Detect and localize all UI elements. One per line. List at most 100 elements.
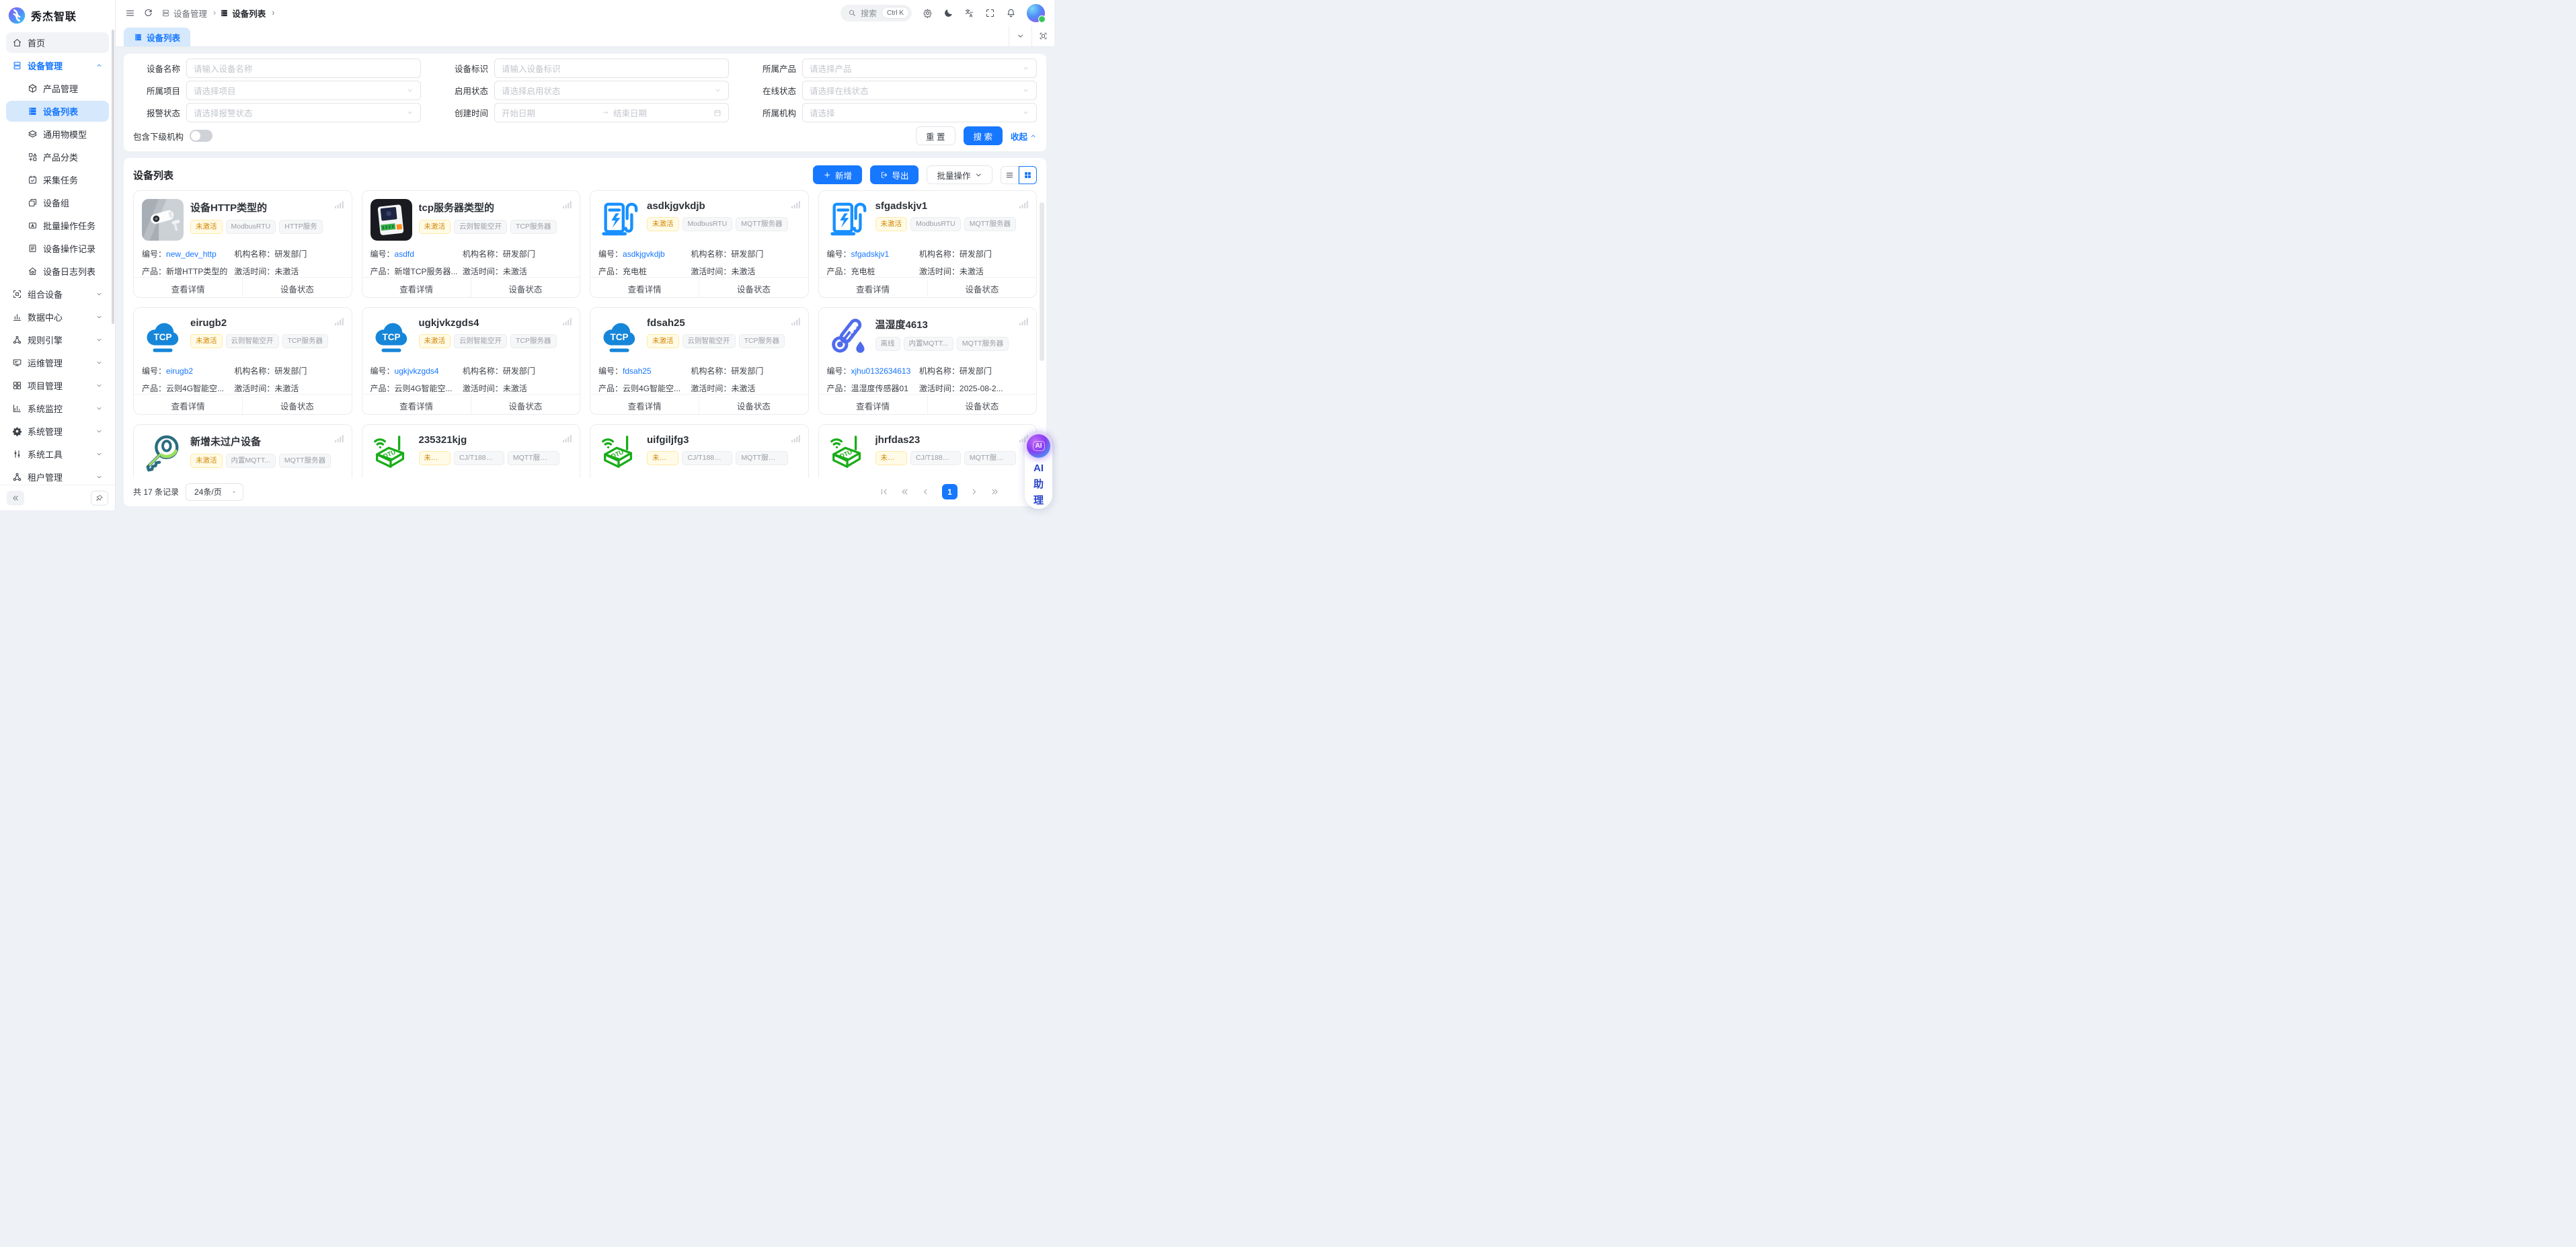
sidebar-item[interactable]: 设备操作记录 [6,238,109,259]
filter-field-control[interactable]: 请选择产品 [802,58,1037,78]
refresh-icon[interactable] [143,8,153,18]
device-status-button[interactable]: 设备状态 [471,278,580,298]
device-status-button[interactable]: 设备状态 [927,278,1036,298]
ai-line: 助 [1033,477,1044,493]
add-device-button[interactable]: 新增 [813,165,862,184]
status-badge: 未激活 [647,451,678,465]
device-status-button[interactable]: 设备状态 [927,395,1036,415]
breadcrumb-item[interactable]: 设备列表 › [220,7,274,19]
view-detail-button[interactable]: 查看详情 [819,278,927,298]
pin-icon[interactable] [91,491,108,506]
sidebar-item[interactable]: 设备列表 [6,101,109,122]
filter-field-control[interactable]: 请选择报警状态 [186,103,421,122]
server-type-tag: MQTT服务器 [279,454,331,468]
grid-scrollbar-thumb[interactable] [1040,202,1044,361]
view-detail-button[interactable]: 查看详情 [362,278,471,298]
sidebar-item[interactable]: 设备组 [6,192,109,213]
view-detail-button[interactable]: 查看详情 [362,395,471,415]
tab-chevron-down-icon[interactable] [1009,26,1031,46]
grid-view-button[interactable] [1019,166,1037,184]
sidebar-item[interactable]: 首页 [6,32,109,53]
device-activation-label: 激活时间： [463,384,503,393]
avatar[interactable] [1027,4,1045,22]
device-status-button[interactable]: 设备状态 [699,395,808,415]
view-detail-button[interactable]: 查看详情 [134,395,242,415]
view-detail-button[interactable]: 查看详情 [590,395,699,415]
language-icon[interactable]: 文A [964,8,974,18]
filter-field-control[interactable]: 请选择启用状态 [494,81,729,100]
dark-mode-icon[interactable] [943,8,953,18]
device-code-link[interactable]: fdsah25 [623,366,652,376]
sidebar-item[interactable]: 系统工具 [6,444,109,465]
search-button[interactable]: 搜 索 [964,126,1003,145]
sidebar-item[interactable]: 规则引擎 [6,329,109,350]
date-range-control[interactable]: 开始日期 结束日期 [494,103,729,122]
sidebar-item[interactable]: 运维管理 [6,352,109,373]
reset-button[interactable]: 重 置 [916,126,955,145]
view-detail-button[interactable]: 查看详情 [134,278,242,298]
filter-field-control[interactable]: 请输入设备标识 [494,58,729,78]
ai-assistant-button[interactable]: AI AI 助 理 [1025,432,1052,509]
sidebar-item[interactable]: 产品分类 [6,147,109,167]
device-status-button[interactable]: 设备状态 [242,395,351,415]
page-size-select[interactable]: 24条/页 [186,483,243,501]
page-number[interactable]: 1 [942,484,958,499]
device-org-value: 研发部门 [731,249,763,259]
next-page-button[interactable] [970,487,978,496]
server-type-tag: MQTT服务器 [508,451,559,465]
device-status-button[interactable]: 设备状态 [471,395,580,415]
list-view-button[interactable] [1001,166,1019,184]
sidebar-item[interactable]: 采集任务 [6,169,109,190]
sidebar-collapse-button[interactable] [7,491,24,506]
sidebar-item[interactable]: 通用物模型 [6,124,109,145]
sidebar-item[interactable]: 组合设备 [6,284,109,305]
filter-field-control[interactable]: 请选择 [802,103,1037,122]
filter-field-control[interactable]: 请选择项目 [186,81,421,100]
view-detail-button[interactable]: 查看详情 [819,395,927,415]
next-group-button[interactable] [990,487,999,496]
device-title: 温湿度4613 [875,317,1017,331]
sidebar-item[interactable]: 租户管理 [6,467,109,485]
device-code-link[interactable]: asdfd [395,249,414,259]
device-org-value: 研发部门 [503,366,535,376]
bell-icon[interactable] [1006,8,1016,18]
sidebar-item[interactable]: 项目管理 [6,375,109,396]
sidebar-item[interactable]: 数据中心 [6,307,109,327]
sidebar-item[interactable]: 产品管理 [6,78,109,99]
breadcrumb-item[interactable]: 设备管理 › [161,7,216,19]
device-code-link[interactable]: asdkjgvkdjb [623,249,665,259]
global-search-input[interactable]: 搜索 Ctrl K [841,5,912,22]
device-code-link[interactable]: ugkjvkzgds4 [395,366,439,376]
sidebar-item[interactable]: 设备日志列表 [6,261,109,282]
sidebar-item-icon [28,106,38,116]
device-code-link[interactable]: xjhu0132634613 [851,366,911,376]
tab-device-list[interactable]: 设备列表 [124,28,190,46]
collapse-panel-link[interactable]: 收起 [1011,130,1037,143]
device-code-link[interactable]: eirugb2 [166,366,193,376]
hamburger-icon[interactable] [125,8,135,18]
export-button[interactable]: 导出 [870,165,919,184]
prev-group-button[interactable] [900,487,909,496]
first-page-button[interactable] [880,487,888,496]
sidebar-scrollbar-thumb[interactable] [112,30,114,324]
device-code-link[interactable]: new_dev_http [166,249,217,259]
prev-page-button[interactable] [921,487,930,496]
device-code-link[interactable]: sfgadskjv1 [851,249,890,259]
filter-field-control[interactable]: 请输入设备名称 [186,58,421,78]
tab-expand-icon[interactable] [1031,26,1054,46]
device-status-button[interactable]: 设备状态 [699,278,808,298]
total-records: 共 17 条记录 [133,486,179,497]
sidebar-item[interactable]: 设备管理 [6,55,109,76]
filter-field-control[interactable]: 请选择在线状态 [802,81,1037,100]
sidebar-item[interactable]: 批量操作任务 [6,215,109,236]
device-image [142,199,184,241]
sidebar-item[interactable]: 系统监控 [6,398,109,419]
pager: 1 [880,484,1037,499]
include-sub-org-toggle[interactable] [190,130,212,142]
view-detail-button[interactable]: 查看详情 [590,278,699,298]
sidebar-item[interactable]: 系统管理 [6,421,109,442]
batch-actions-button[interactable]: 批量操作 [927,165,992,184]
fullscreen-icon[interactable] [985,8,995,18]
gear-icon[interactable] [923,8,933,18]
device-status-button[interactable]: 设备状态 [242,278,351,298]
